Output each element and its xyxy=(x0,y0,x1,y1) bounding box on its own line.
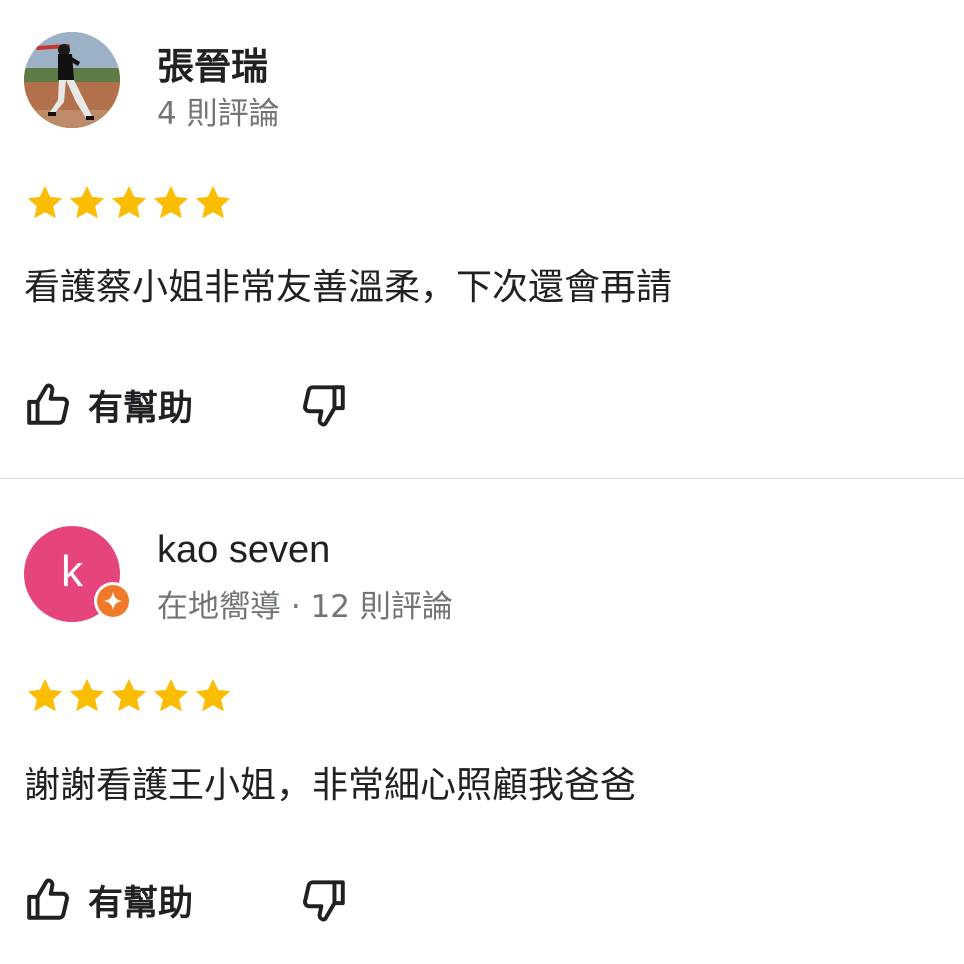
unhelpful-button[interactable] xyxy=(298,875,354,925)
thumbs-up-icon xyxy=(27,383,69,425)
star-rating xyxy=(24,675,234,717)
star-icon xyxy=(69,185,105,219)
star-icon xyxy=(153,678,189,712)
star-icon xyxy=(111,185,147,219)
helpful-label: 有幫助 xyxy=(88,883,194,924)
reviewer-avatar[interactable] xyxy=(24,32,120,128)
unhelpful-button[interactable] xyxy=(298,380,354,430)
reviewer-meta: 4 則評論 xyxy=(157,96,280,132)
star-icon xyxy=(69,678,105,712)
thumbs-down-icon xyxy=(303,880,345,922)
reviewer-name[interactable]: kao seven xyxy=(157,529,330,572)
review-card: k kao seven 在地嚮導 · 12 則評論 謝謝看護王小姐，非常細心照顧… xyxy=(0,479,964,957)
reviewer-avatar[interactable]: k xyxy=(24,526,132,622)
thumbs-up-icon xyxy=(27,878,69,920)
star-icon xyxy=(27,185,63,219)
helpful-button[interactable]: 有幫助 xyxy=(24,875,193,925)
helpful-button[interactable]: 有幫助 xyxy=(24,380,193,430)
review-text: 看護蔡小姐非常友善溫柔，下次還會再請 xyxy=(24,267,673,308)
star-icon xyxy=(111,678,147,712)
helpful-label: 有幫助 xyxy=(88,388,194,429)
star-rating xyxy=(24,182,234,224)
thumbs-down-icon xyxy=(303,385,345,427)
star-icon xyxy=(27,678,63,712)
reviewer-meta: 在地嚮導 · 12 則評論 xyxy=(157,589,453,625)
star-icon xyxy=(195,678,231,712)
review-card: 張晉瑞 4 則評論 看護蔡小姐非常友善溫柔，下次還會再請 有幫助 xyxy=(0,0,964,478)
star-icon xyxy=(153,185,189,219)
reviewer-name[interactable]: 張晉瑞 xyxy=(157,36,268,90)
review-text: 謝謝看護王小姐，非常細心照顧我爸爸 xyxy=(24,765,637,806)
local-guide-badge-icon xyxy=(94,582,132,620)
review-actions: 有幫助 xyxy=(24,380,424,430)
review-actions: 有幫助 xyxy=(24,875,424,925)
star-icon xyxy=(195,185,231,219)
